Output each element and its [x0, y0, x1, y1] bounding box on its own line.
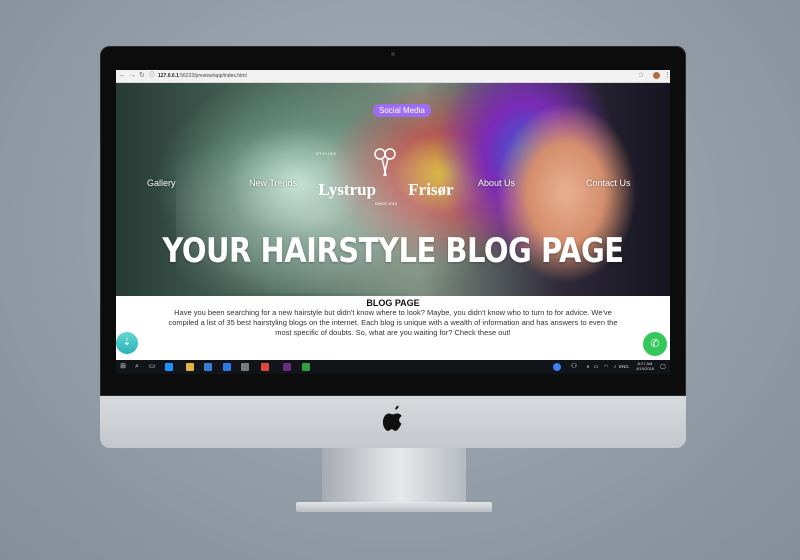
apple-logo-icon: [383, 405, 402, 431]
clock[interactable]: 8:27 AM 4/19/2018: [633, 361, 657, 371]
social-media-button[interactable]: Social Media: [373, 104, 431, 117]
forward-icon[interactable]: →: [129, 72, 136, 80]
blog-title: BLOG PAGE: [366, 298, 420, 308]
chrome-icon[interactable]: [261, 363, 269, 371]
info-icon[interactable]: ⓘ: [149, 72, 155, 80]
nav-about-us[interactable]: About Us: [478, 178, 515, 189]
scroll-fab-button[interactable]: ⇣: [116, 332, 138, 354]
scissors-icon: [374, 148, 396, 177]
arrow-icon: ⇣: [122, 337, 132, 348]
reload-icon[interactable]: ↻: [139, 72, 145, 80]
logo-name: Lystrup Frisør: [318, 180, 454, 199]
windows-start-icon[interactable]: ⊞: [117, 361, 129, 373]
nav-new-trends[interactable]: New Trends: [249, 178, 297, 189]
hero-headline: YOUR HAIRSTYLE BLOG PAGE: [162, 229, 624, 271]
monitor-stand-base: [296, 502, 492, 512]
whatsapp-fab-button[interactable]: ✆: [643, 332, 667, 356]
camera-icon: [391, 52, 395, 56]
profile-avatar[interactable]: [653, 72, 660, 79]
mail-icon[interactable]: [241, 363, 249, 371]
file-explorer-icon[interactable]: [186, 363, 194, 371]
bookmark-star-icon[interactable]: ☆: [638, 72, 644, 80]
task-view-icon[interactable]: ▭: [146, 361, 158, 373]
edge-icon[interactable]: [165, 363, 173, 371]
blog-intro-text: Have you been searching for a new hairst…: [168, 308, 618, 337]
nav-contact-us[interactable]: Contact Us: [586, 178, 631, 189]
address-bar[interactable]: 127.0.0.1:56222/preview/app/index.html: [158, 72, 628, 80]
site-logo[interactable]: STYLING Lystrup Frisør SINCE 2010: [314, 145, 458, 207]
url-path: :56222/preview/app/index.html: [178, 73, 247, 79]
help-icon[interactable]: [553, 363, 561, 371]
clock-date: 4/19/2018: [636, 366, 654, 371]
logo-since: SINCE 2010: [374, 201, 398, 206]
browser-menu-icon[interactable]: ⋮: [664, 72, 670, 80]
vscode-icon[interactable]: [223, 363, 231, 371]
url-host: 127.0.0.1: [158, 73, 179, 79]
search-icon[interactable]: ⌕: [131, 361, 143, 373]
monitor-stand: [322, 448, 466, 506]
store-icon[interactable]: [204, 363, 212, 371]
imac-mockup: ← → ↻ ⓘ 127.0.0.1:56222/preview/app/inde…: [0, 0, 800, 560]
screen: ← → ↻ ⓘ 127.0.0.1:56222/preview/app/inde…: [116, 70, 670, 374]
people-icon[interactable]: ⚇: [568, 361, 580, 373]
phone-icon: ✆: [650, 338, 660, 350]
language-indicator[interactable]: ENG: [619, 364, 629, 370]
back-icon[interactable]: ←: [119, 72, 126, 80]
hero-banner: Social Media Gallery New Trends About Us…: [116, 83, 670, 296]
dreamweaver-icon[interactable]: [302, 363, 310, 371]
logo-tagline: STYLING: [316, 151, 337, 156]
notification-icon[interactable]: ▢: [657, 361, 669, 373]
adobe-xd-icon[interactable]: [283, 363, 291, 371]
nav-gallery[interactable]: Gallery: [147, 178, 176, 189]
browser-toolbar: ← → ↻ ⓘ 127.0.0.1:56222/preview/app/inde…: [116, 70, 670, 83]
windows-taskbar: ⊞ ⌕ ▭ ⚇ ∧ ▭ ◠ ♪ ENG 8:27 AM 4/19/2018 ▢: [116, 360, 670, 374]
